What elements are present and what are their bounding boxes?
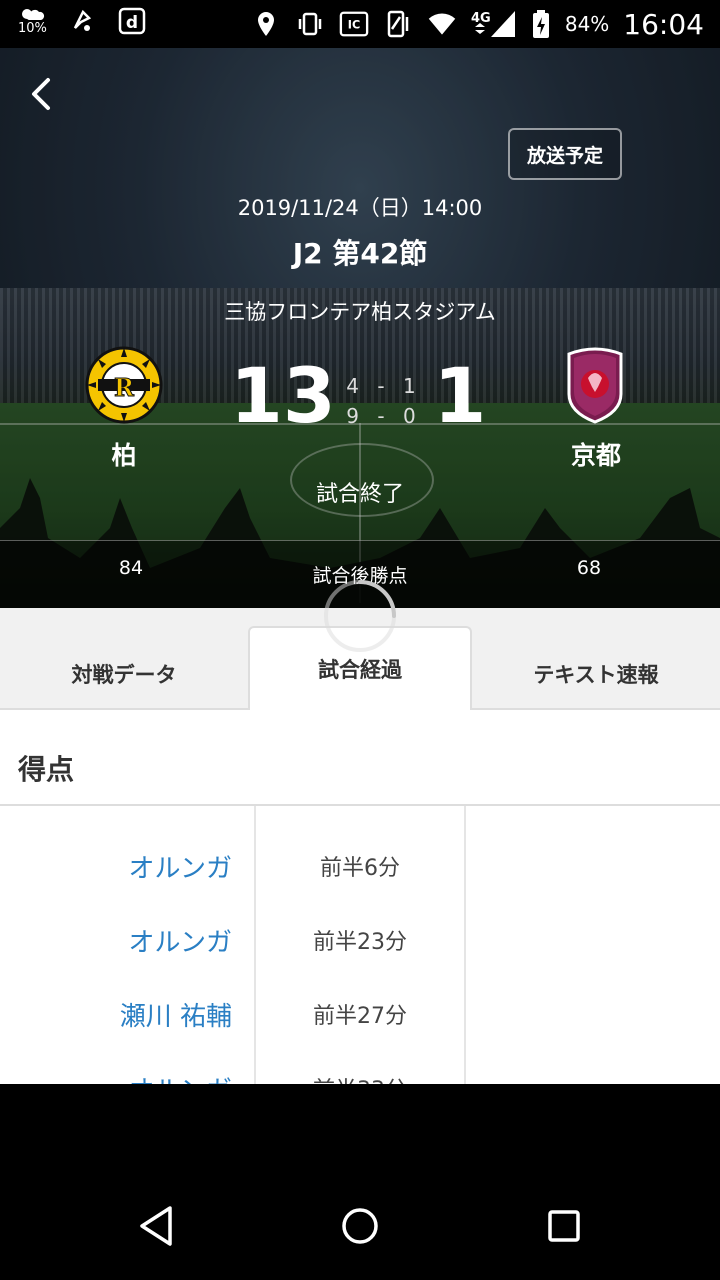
svg-text:d: d bbox=[126, 13, 138, 33]
status-bar: 10% d IC 4G 84% 16:04 bbox=[0, 0, 720, 48]
match-venue: 三協フロンテア柏スタジアム bbox=[224, 300, 496, 324]
away-score: 1 bbox=[433, 351, 487, 440]
goal-time: 前半27分 bbox=[313, 1004, 407, 1029]
match-header: 放送予定 2019/11/24（日）14:00 J2 第42節 三協フロンテア柏… bbox=[0, 48, 720, 608]
goal-time: 前半23分 bbox=[313, 930, 407, 955]
status-right-icons: IC 4G 84% 16:04 bbox=[251, 6, 704, 42]
status-left-icons: 10% d bbox=[18, 6, 147, 36]
loading-spinner bbox=[322, 578, 398, 654]
away-team-logo[interactable] bbox=[566, 344, 624, 424]
goal-row: オルンガ 前半33分 bbox=[0, 1070, 720, 1084]
goal-row: オルンガ 前半6分 bbox=[0, 848, 720, 922]
away-team-name: 京都 bbox=[570, 441, 621, 470]
mobile-signal-icon: 4G bbox=[471, 9, 517, 39]
back-button[interactable] bbox=[22, 72, 62, 116]
weather-icon: 10% bbox=[18, 6, 47, 36]
match-round: J2 第42節 bbox=[292, 237, 428, 270]
goal-scorer-link[interactable]: オルンガ bbox=[129, 1070, 232, 1084]
clock: 16:04 bbox=[623, 7, 704, 41]
tab-text-live[interactable]: テキスト速報 bbox=[472, 638, 720, 710]
weather-percent: 10% bbox=[18, 21, 47, 36]
nav-back-button[interactable] bbox=[126, 1196, 186, 1256]
android-navigation-bar bbox=[0, 1084, 720, 1280]
match-status: 試合終了 bbox=[315, 482, 404, 507]
goal-time: 前半33分 bbox=[256, 1072, 464, 1084]
screen-rotate-icon bbox=[383, 9, 413, 39]
battery-icon bbox=[531, 9, 551, 39]
d-app-icon: d bbox=[117, 6, 147, 36]
svg-text:R: R bbox=[114, 373, 135, 402]
second-half-score: 9 - 0 bbox=[346, 404, 422, 428]
goal-scorer-link[interactable]: オルンガ bbox=[129, 848, 232, 885]
nav-home-button[interactable] bbox=[330, 1196, 390, 1256]
home-team-logo[interactable]: R bbox=[84, 346, 164, 424]
location-icon bbox=[251, 9, 281, 39]
wifi-icon bbox=[427, 9, 457, 39]
home-score: 13 bbox=[230, 351, 336, 440]
battery-percent: 84% bbox=[564, 12, 610, 36]
goal-time: 前半6分 bbox=[320, 856, 400, 881]
first-half-score: 4 - 1 bbox=[346, 374, 422, 398]
goal-row: 瀬川 祐輔 前半27分 bbox=[0, 996, 720, 1070]
nfc-icon: IC bbox=[339, 9, 369, 39]
home-team-name: 柏 bbox=[111, 441, 137, 470]
goal-row: オルンガ 前半23分 bbox=[0, 922, 720, 996]
tab-match-data[interactable]: 対戦データ bbox=[0, 638, 248, 710]
vibrate-icon bbox=[295, 9, 325, 39]
nav-recents-button[interactable] bbox=[534, 1196, 594, 1256]
broadcast-schedule-button[interactable]: 放送予定 bbox=[508, 128, 622, 180]
goal-scorer-link[interactable]: オルンガ bbox=[129, 922, 232, 959]
app-notification-icon bbox=[67, 6, 97, 36]
goal-scorer-link[interactable]: 瀬川 祐輔 bbox=[120, 996, 232, 1033]
match-progress-content: 得点 オルンガ 前半6分 オルンガ 前半23分 瀬川 祐輔 前半27分 オルンガ… bbox=[0, 710, 720, 1084]
svg-text:IC: IC bbox=[348, 19, 360, 32]
goals-section-title: 得点 bbox=[18, 753, 75, 786]
match-date: 2019/11/24（日）14:00 bbox=[237, 196, 483, 220]
away-points: 68 bbox=[576, 557, 602, 579]
section-divider bbox=[0, 804, 720, 806]
